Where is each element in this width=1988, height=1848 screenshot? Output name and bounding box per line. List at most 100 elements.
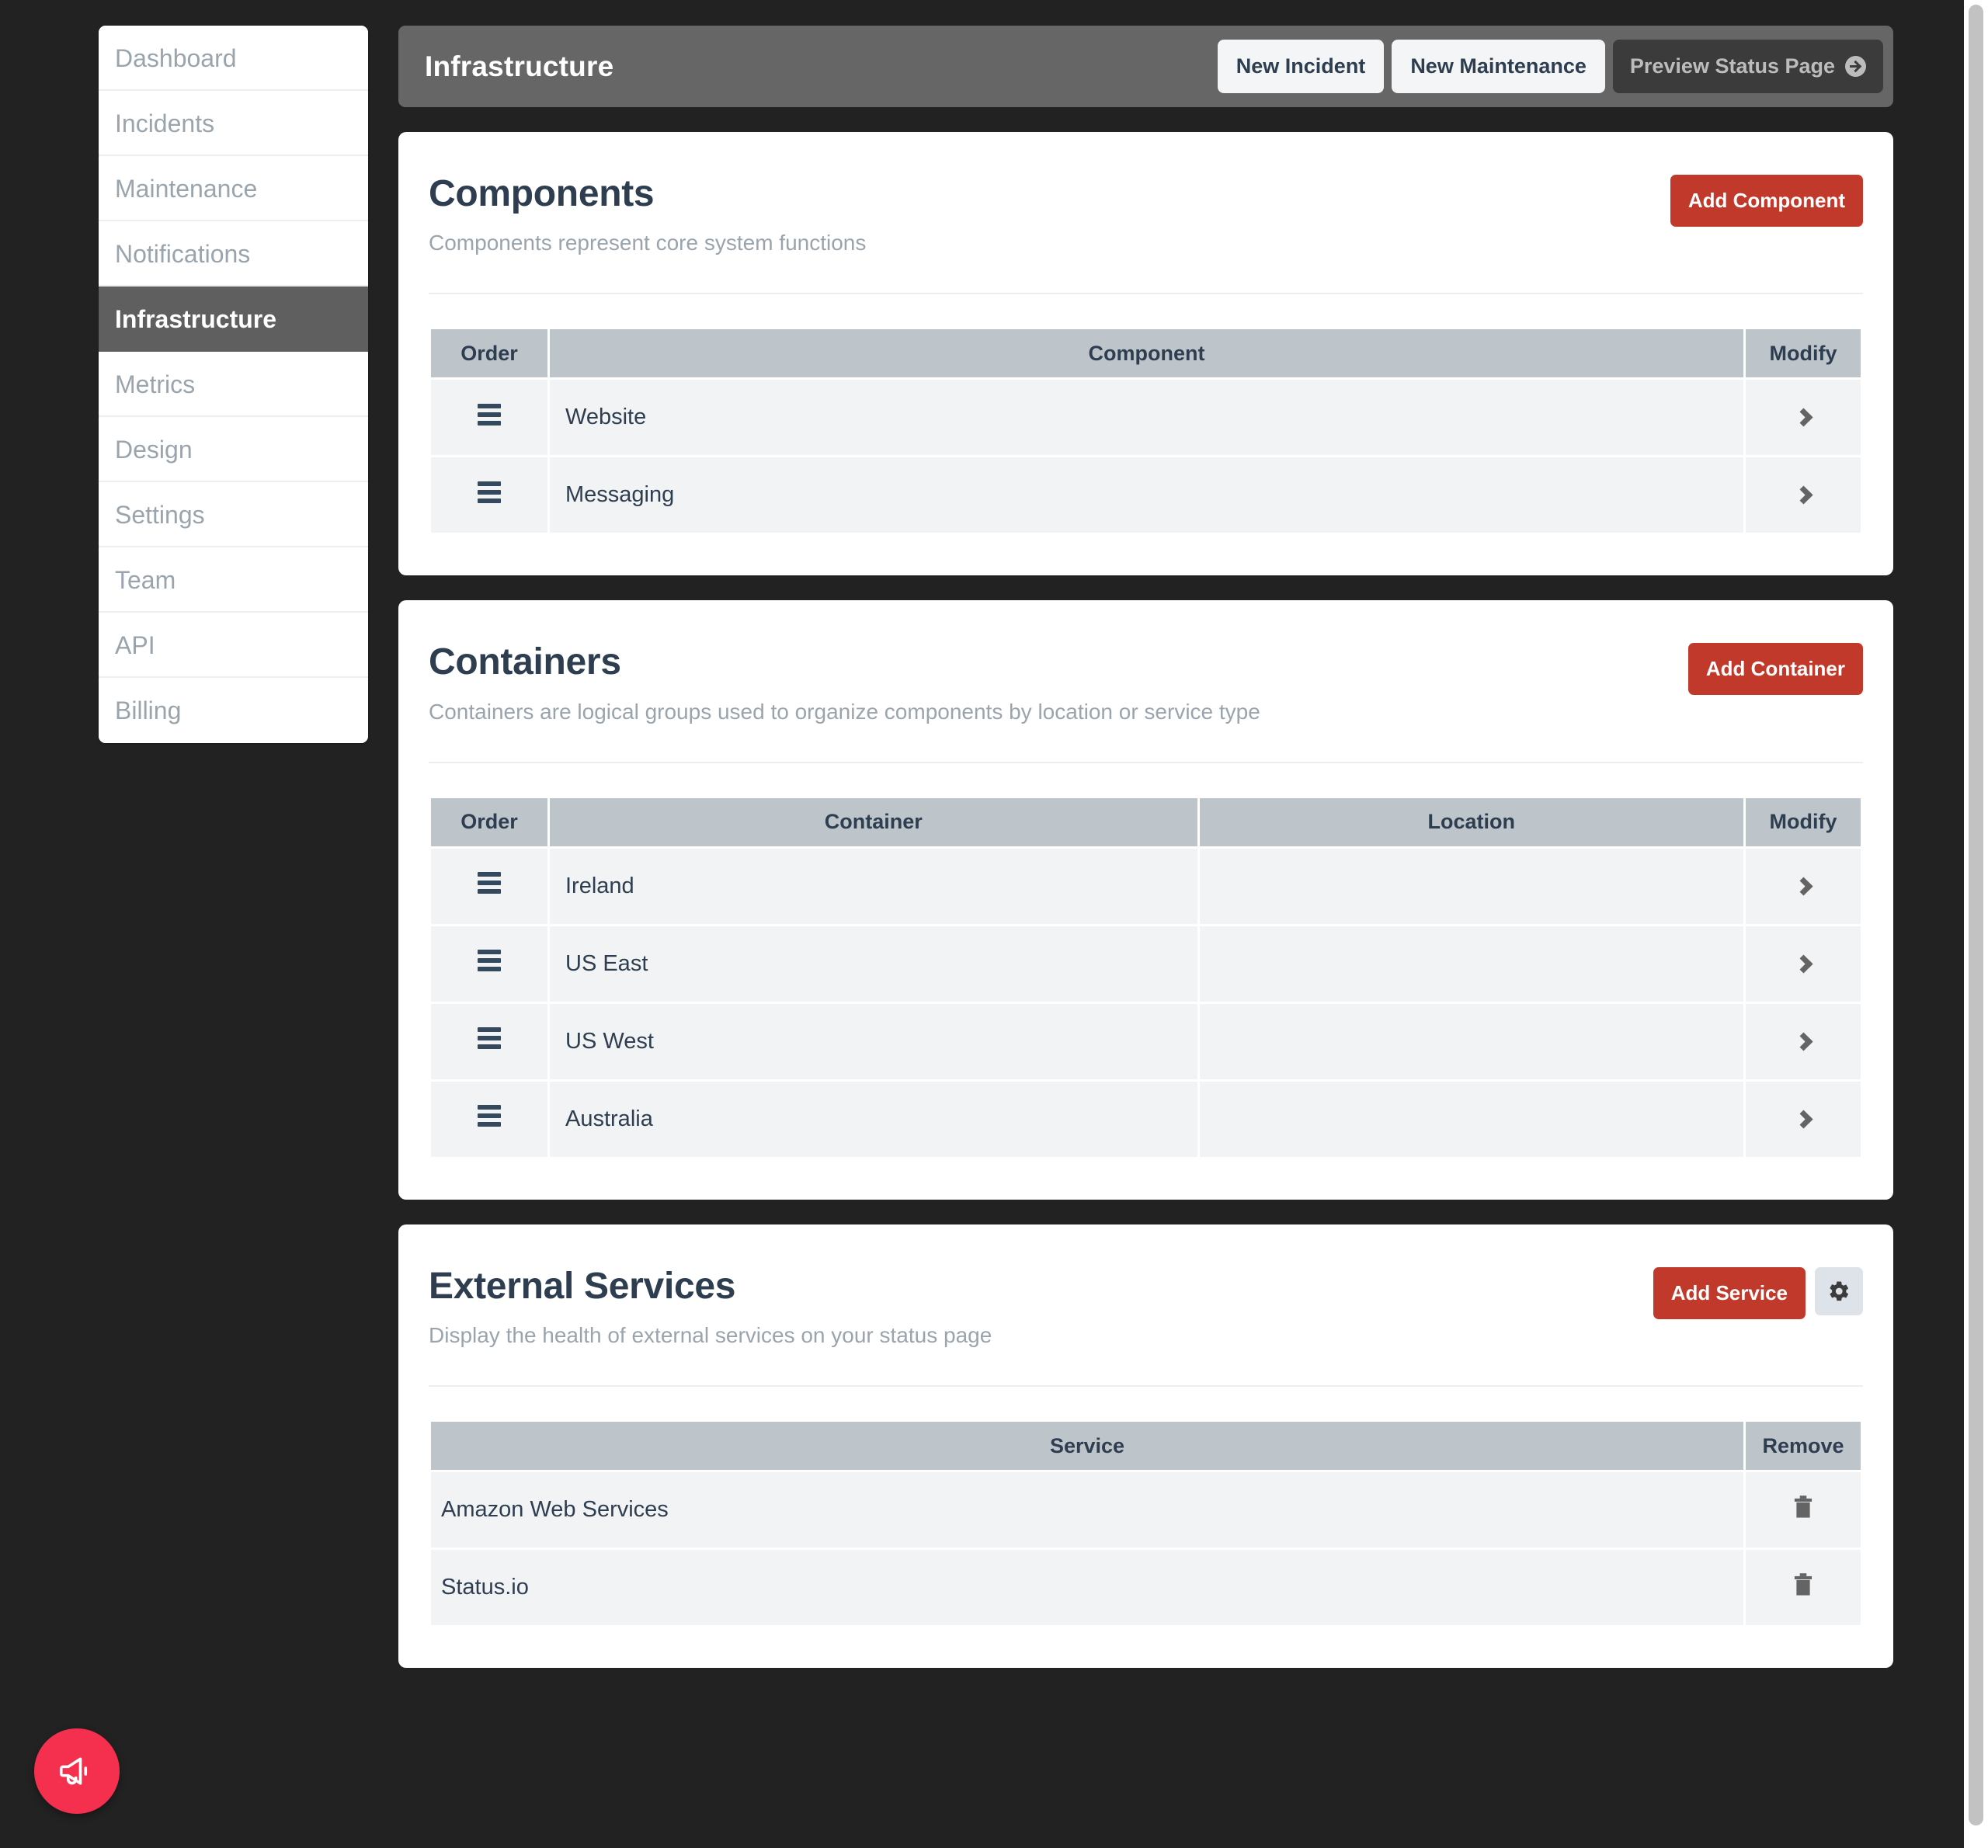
announcements-fab-button[interactable] xyxy=(34,1728,120,1814)
container-order-cell xyxy=(431,1003,547,1079)
sidebar-item-infrastructure[interactable]: Infrastructure xyxy=(99,287,368,352)
containers-card: Containers Containers are logical groups… xyxy=(398,600,1893,1200)
sidebar-item-label: Infrastructure xyxy=(115,305,277,333)
container-name-cell: US West xyxy=(550,1003,1197,1079)
component-modify-cell[interactable] xyxy=(1746,457,1861,533)
container-location-cell xyxy=(1199,1081,1743,1157)
add-service-button[interactable]: Add Service xyxy=(1653,1266,1806,1319)
containers-col-order: Order xyxy=(431,797,547,846)
container-name-cell: Ireland xyxy=(550,848,1197,924)
sidebar-item-billing[interactable]: Billing xyxy=(99,678,368,743)
components-actions: Add Component xyxy=(1670,175,1863,227)
main-content: Infrastructure New Incident New Maintena… xyxy=(398,26,1893,1669)
table-row: Messaging xyxy=(431,457,1861,533)
drag-handle-icon[interactable] xyxy=(478,872,501,894)
drag-handle-icon[interactable] xyxy=(478,1105,501,1127)
chevron-right-icon[interactable] xyxy=(1793,1032,1813,1051)
service-remove-cell[interactable] xyxy=(1746,1550,1861,1626)
drag-handle-icon[interactable] xyxy=(478,403,501,426)
containers-col-container: Container xyxy=(550,797,1197,846)
service-remove-cell[interactable] xyxy=(1746,1472,1861,1548)
components-header-row: Order Component Modify xyxy=(431,329,1861,378)
sidebar-item-maintenance[interactable]: Maintenance xyxy=(99,156,368,221)
container-modify-cell[interactable] xyxy=(1746,926,1861,1002)
drag-handle-icon[interactable] xyxy=(478,1027,501,1050)
external-services-header-row: Service Remove xyxy=(431,1422,1861,1471)
external-services-col-service: Service xyxy=(431,1422,1743,1471)
table-row: Status.io xyxy=(431,1550,1861,1626)
components-title: Components xyxy=(429,173,655,214)
sidebar-item-team[interactable]: Team xyxy=(99,547,368,613)
sidebar-item-notifications[interactable]: Notifications xyxy=(99,221,368,287)
table-row: Amazon Web Services xyxy=(431,1472,1861,1548)
table-row: US West xyxy=(431,1003,1861,1079)
external-services-title: External Services xyxy=(429,1265,736,1307)
component-modify-cell[interactable] xyxy=(1746,380,1861,456)
container-order-cell xyxy=(431,1081,547,1157)
chevron-right-icon[interactable] xyxy=(1793,408,1813,427)
megaphone-icon xyxy=(59,1757,88,1785)
external-services-subtitle: Display the health of external services … xyxy=(429,1323,992,1348)
drag-handle-icon[interactable] xyxy=(478,481,501,503)
trash-icon[interactable] xyxy=(1792,1572,1815,1603)
new-maintenance-button[interactable]: New Maintenance xyxy=(1392,40,1605,93)
components-divider xyxy=(429,293,1863,295)
add-container-button[interactable]: Add Container xyxy=(1687,643,1863,696)
container-name-cell: US East xyxy=(550,926,1197,1002)
container-location-cell xyxy=(1199,848,1743,924)
containers-card-header: Containers Containers are logical groups… xyxy=(429,642,1863,724)
components-card-header: Components Components represent core sys… xyxy=(429,173,1863,255)
page-title: Infrastructure xyxy=(425,50,614,82)
external-services-card: External Services Display the health of … xyxy=(398,1224,1893,1669)
vertical-scrollbar-thumb[interactable] xyxy=(1969,5,1983,1825)
add-component-button[interactable]: Add Component xyxy=(1670,175,1863,227)
container-location-cell xyxy=(1199,1003,1743,1079)
external-services-heading-group: External Services Display the health of … xyxy=(429,1265,992,1348)
sidebar-item-label: Maintenance xyxy=(115,175,258,203)
sidebar-nav: Dashboard Incidents Maintenance Notificatio… xyxy=(99,26,368,743)
components-heading-group: Components Components represent core sys… xyxy=(429,173,866,255)
container-order-cell xyxy=(431,926,547,1002)
component-order-cell xyxy=(431,380,547,456)
preview-status-page-button[interactable]: Preview Status Page xyxy=(1612,40,1883,93)
sidebar-item-dashboard[interactable]: Dashboard xyxy=(99,26,368,91)
sidebar-item-api[interactable]: API xyxy=(99,613,368,678)
external-services-actions: Add Service xyxy=(1653,1266,1863,1319)
container-order-cell xyxy=(431,848,547,924)
external-services-table: Service Remove Amazon Web Services Status… xyxy=(429,1419,1863,1627)
components-card: Components Components represent core sys… xyxy=(398,132,1893,576)
chevron-right-icon[interactable] xyxy=(1793,1110,1813,1129)
drag-handle-icon[interactable] xyxy=(478,950,501,972)
trash-icon[interactable] xyxy=(1792,1495,1815,1526)
sidebar-item-design[interactable]: Design xyxy=(99,417,368,482)
component-name-cell: Website xyxy=(550,380,1743,456)
container-location-cell xyxy=(1199,926,1743,1002)
sidebar-item-label: Notifications xyxy=(115,240,251,268)
components-col-modify: Modify xyxy=(1746,329,1861,378)
sidebar-item-metrics[interactable]: Metrics xyxy=(99,352,368,417)
chevron-right-icon[interactable] xyxy=(1793,954,1813,974)
sidebar-item-settings[interactable]: Settings xyxy=(99,482,368,547)
container-modify-cell[interactable] xyxy=(1746,848,1861,924)
container-modify-cell[interactable] xyxy=(1746,1081,1861,1157)
sidebar-item-incidents[interactable]: Incidents xyxy=(99,91,368,156)
chevron-right-icon[interactable] xyxy=(1793,485,1813,505)
new-incident-button[interactable]: New Incident xyxy=(1217,40,1385,93)
sidebar-item-label: Team xyxy=(115,566,176,594)
table-row: Australia xyxy=(431,1081,1861,1157)
component-order-cell xyxy=(431,457,547,533)
container-modify-cell[interactable] xyxy=(1746,1003,1861,1079)
page-header: Infrastructure New Incident New Maintena… xyxy=(398,26,1893,107)
gear-icon xyxy=(1830,1281,1849,1301)
components-col-order: Order xyxy=(431,329,547,378)
external-services-table-head: Service Remove xyxy=(431,1422,1861,1471)
chevron-right-icon[interactable] xyxy=(1793,877,1813,896)
external-services-settings-button[interactable] xyxy=(1815,1266,1863,1315)
vertical-scrollbar-track[interactable] xyxy=(1964,0,1988,1848)
containers-heading-group: Containers Containers are logical groups… xyxy=(429,642,1260,724)
trash-icon-glyph xyxy=(1794,1572,1812,1596)
header-actions: New Incident New Maintenance Preview Sta… xyxy=(1217,40,1883,93)
app-root: Dashboard Incidents Maintenance Notificatio… xyxy=(0,0,1988,1848)
preview-status-page-label: Preview Status Page xyxy=(1629,54,1835,78)
components-table: Order Component Modify Website Messaging xyxy=(429,327,1863,535)
